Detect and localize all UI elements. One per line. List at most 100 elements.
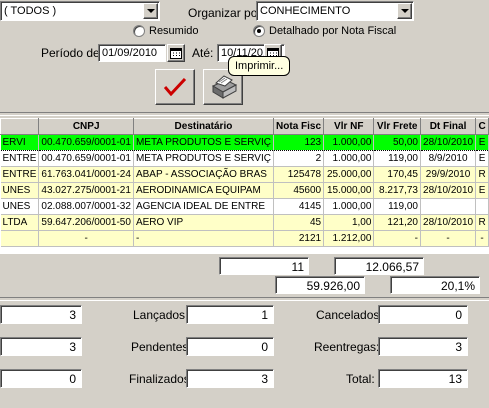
table-cell: 1,00 — [323, 214, 375, 231]
total-value: 13 — [448, 372, 462, 386]
table-cell: 45600 — [273, 182, 325, 199]
chevron-down-icon — [401, 9, 409, 13]
organize-select-value: CONHECIMENTO — [260, 5, 351, 17]
table-cell: E — [475, 182, 489, 199]
table-cell: AERODINAMICA EQUIPAM — [133, 182, 274, 199]
lancados-field: 1 — [186, 305, 274, 324]
table-cell: 25.000,00 — [323, 166, 375, 183]
table-cell — [0, 230, 40, 247]
results-table: CNPJ Destinatário Nota Fisc Vlr NF Vlr F… — [0, 118, 489, 247]
total-nf-field: 59.926,00 — [275, 276, 365, 294]
table-cell: 02.088.007/0001-32 — [38, 198, 134, 215]
table-cell: - — [133, 230, 274, 247]
column-header[interactable] — [0, 118, 40, 135]
table-cell: 121,20 — [373, 214, 421, 231]
summary-left-field-1: 3 — [0, 305, 82, 324]
table-cell: 50,00 — [373, 134, 421, 151]
summary-left-field-2: 3 — [0, 337, 82, 356]
status-select-value: ( TODOS ) — [4, 5, 57, 17]
total-frete-value: 12.066,57 — [365, 260, 419, 274]
table-cell: 8.217,73 — [373, 182, 421, 199]
column-header-cnpj[interactable]: CNPJ — [38, 118, 134, 135]
total-field: 13 — [378, 369, 468, 388]
summary-left-value-1: 3 — [69, 308, 76, 322]
period-from-field[interactable]: 01/09/2010 — [98, 44, 166, 62]
bottom-separator — [0, 297, 489, 301]
column-header-dt-final[interactable]: Dt Final — [419, 118, 477, 135]
table-cell: 29/9/2010 — [420, 166, 477, 183]
table-cell: 119,00 — [373, 150, 421, 167]
table-body: ERVI 00.470.659/0001-01 META PRODUTOS E SE… — [0, 134, 489, 247]
table-cell: 45 — [273, 214, 325, 231]
reentregas-label: Reentregas: — [314, 340, 380, 354]
table-cell: 61.763.041/0001-24 — [38, 166, 134, 183]
confirm-button[interactable] — [155, 69, 195, 105]
finalizados-field: 3 — [186, 369, 274, 388]
table-cell: - — [475, 230, 489, 247]
table-cell: 28/10/2010 — [420, 182, 477, 199]
table-cell: META PRODUTOS E SERVIÇ — [133, 134, 274, 151]
summary-left-value-3: 0 — [69, 372, 76, 386]
table-cell: 00.470.659/0001-01 — [38, 134, 134, 151]
table-cell: 28/10/2010 — [420, 134, 477, 151]
table-cell: - — [420, 230, 477, 247]
chevron-down-icon — [147, 9, 155, 13]
table-cell: ABAP - ASSOCIAÇÃO BRAS — [133, 166, 274, 183]
summary-left-field-3: 0 — [0, 369, 82, 388]
cancelados-label: Cancelados: — [316, 308, 383, 322]
organize-select[interactable]: CONHECIMENTO — [256, 1, 414, 21]
finalizados-label: Finalizados: — [129, 372, 194, 386]
calendar-icon — [170, 48, 182, 59]
table-cell: E — [475, 134, 489, 151]
summary-left-value-2: 3 — [69, 340, 76, 354]
finalizados-value: 3 — [261, 372, 268, 386]
period-to-label: Até: — [192, 46, 214, 60]
table-cell: META PRODUTOS E SERVIÇ — [133, 150, 274, 167]
status-dropdown-button[interactable] — [143, 3, 158, 19]
table-cell: 2121 — [273, 230, 325, 247]
radio-resumido[interactable] — [133, 25, 145, 37]
results-grid[interactable]: CNPJ Destinatário Nota Fisc Vlr NF Vlr F… — [0, 118, 489, 254]
pendentes-value: 0 — [261, 340, 268, 354]
table-cell: 8/9/2010 — [420, 150, 477, 167]
top-separator — [0, 112, 489, 116]
table-cell: 2 — [273, 150, 325, 167]
table-cell: R — [475, 214, 489, 231]
print-tooltip-text: Imprimir... — [235, 60, 284, 72]
table-cell: UNES — [0, 198, 40, 215]
table-cell: 1.000,00 — [323, 134, 375, 151]
table-row[interactable]: LTDA 59.647.206/0001-50 AERO VIP 45 1,00 121,… — [0, 214, 489, 231]
table-cell: 43.027.275/0001-21 — [38, 182, 134, 199]
table-cell: 00.470.659/0001-01 — [38, 150, 134, 167]
table-cell: ERVI — [0, 134, 40, 151]
table-row[interactable]: UNES 02.088.007/0001-32 AGENCIA IDEAL DE E… — [0, 198, 489, 215]
column-header-c[interactable]: C — [475, 118, 489, 135]
column-header-nota-fisc[interactable]: Nota Fisc — [272, 118, 325, 135]
table-row[interactable]: ENTRE 00.470.659/0001-01 META PRODUTOS E S… — [0, 150, 489, 167]
radio-resumido-label: Resumido — [149, 25, 199, 37]
status-select[interactable]: ( TODOS ) — [0, 1, 160, 21]
table-cell: 4145 — [273, 198, 325, 215]
table-cell: AGENCIA IDEAL DE ENTRE — [133, 198, 274, 215]
lancados-label: Lançados: — [133, 308, 189, 322]
column-header-vlr-nf[interactable]: Vlr NF — [323, 118, 375, 135]
total-label: Total: — [346, 372, 375, 386]
table-row[interactable]: ERVI 00.470.659/0001-01 META PRODUTOS E SE… — [0, 134, 489, 151]
total-frete-field: 12.066,57 — [334, 257, 424, 275]
column-header-vlr-frete[interactable]: Vlr Frete — [373, 118, 421, 135]
column-header-destinatario[interactable]: Destinatário — [132, 118, 274, 135]
period-from-calendar-button[interactable] — [167, 44, 185, 62]
print-tooltip: Imprimir... — [228, 56, 291, 76]
table-row[interactable]: - -2121 1.212,00- - - — [0, 230, 489, 247]
reentregas-field: 3 — [378, 337, 468, 356]
printer-icon — [211, 75, 238, 99]
table-row[interactable]: ENTRE 61.763.041/0001-24 ABAP - ASSOCIAÇÃO… — [0, 166, 489, 183]
table-cell: 125478 — [273, 166, 325, 183]
organize-dropdown-button[interactable] — [397, 3, 412, 19]
table-cell: 1.000,00 — [323, 198, 375, 215]
table-cell: - — [38, 230, 134, 247]
table-cell: 170,45 — [373, 166, 421, 183]
table-cell: 123 — [273, 134, 325, 151]
table-row[interactable]: UNES 43.027.275/0001-21 AERODINAMICA EQUIP… — [0, 182, 489, 199]
radio-detalhado[interactable] — [253, 25, 265, 37]
